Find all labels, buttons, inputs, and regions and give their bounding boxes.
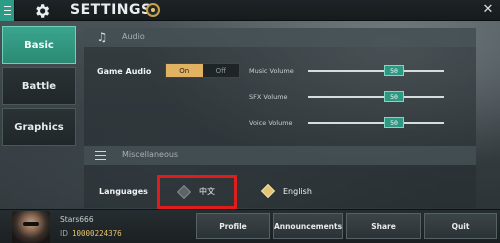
- profile-button[interactable]: Profile: [196, 213, 270, 239]
- close-button[interactable]: ✕: [481, 2, 495, 18]
- top-bar: SETTINGS ✕: [0, 0, 500, 21]
- tab-label: Graphics: [14, 121, 64, 133]
- share-button[interactable]: Share: [346, 213, 421, 239]
- sidebar: Basic Battle Graphics: [0, 21, 80, 209]
- highlight-box: [157, 175, 237, 209]
- audio-section-header: ♫ Audio: [84, 28, 476, 47]
- quit-button[interactable]: Quit: [424, 213, 497, 239]
- tab-graphics[interactable]: Graphics: [2, 108, 76, 146]
- player-id: 10000224376: [72, 229, 122, 238]
- section-title: Miscellaneous: [122, 150, 179, 159]
- sfx-volume-label: SFX Volume: [249, 93, 288, 101]
- tab-basic[interactable]: Basic: [2, 26, 76, 64]
- player-name: Stars666: [60, 215, 94, 224]
- music-volume-slider[interactable]: [308, 70, 444, 72]
- tab-battle[interactable]: Battle: [2, 67, 76, 105]
- toggle-on-option[interactable]: On: [166, 64, 203, 77]
- music-volume-value[interactable]: 50: [384, 65, 404, 76]
- languages-label: Languages: [99, 187, 148, 196]
- tab-label: Battle: [21, 80, 57, 92]
- list-icon: [95, 151, 106, 160]
- language-option-english[interactable]: English: [260, 183, 312, 199]
- avatar[interactable]: [12, 211, 50, 243]
- game-audio-toggle[interactable]: On Off: [165, 63, 240, 78]
- voice-volume-value[interactable]: 50: [384, 117, 404, 128]
- radio-diamond-selected-icon: [260, 183, 276, 199]
- game-audio-label: Game Audio: [97, 67, 152, 76]
- misc-section-header: Miscellaneous: [84, 146, 476, 165]
- sfx-volume-value[interactable]: 50: [384, 91, 404, 102]
- announcements-button[interactable]: Announcements: [273, 213, 343, 239]
- music-note-icon: ♫: [96, 30, 108, 44]
- language-label: English: [283, 186, 312, 196]
- music-volume-label: Music Volume: [249, 67, 294, 75]
- toggle-off-option[interactable]: Off: [203, 64, 240, 77]
- voice-volume-label: Voice Volume: [249, 119, 293, 127]
- tab-label: Basic: [24, 39, 54, 51]
- menu-icon: [4, 6, 11, 7]
- sfx-volume-slider[interactable]: [308, 96, 444, 98]
- section-title: Audio: [122, 32, 145, 41]
- player-id-label: ID: [60, 229, 68, 238]
- voice-volume-slider[interactable]: [308, 122, 444, 124]
- gear-icon: [18, 0, 66, 21]
- page-title: SETTINGS: [70, 2, 152, 18]
- currency-icon: [146, 3, 160, 17]
- settings-panel: [84, 28, 476, 208]
- menu-button[interactable]: [0, 0, 15, 21]
